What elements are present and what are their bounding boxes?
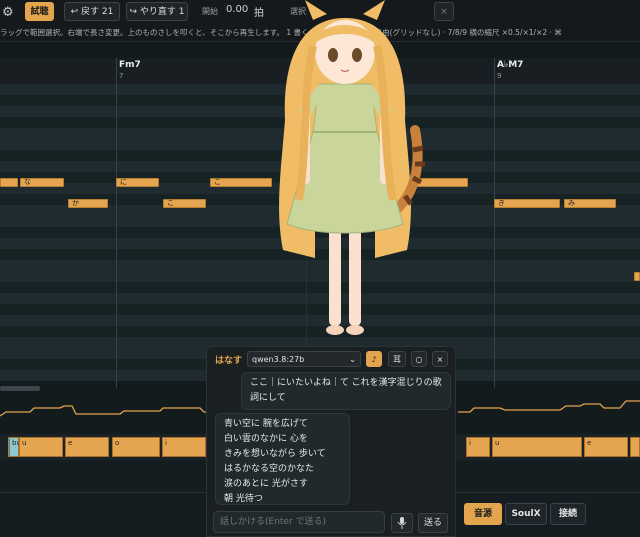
minimize-button[interactable]: ○	[411, 351, 427, 367]
redo-button[interactable]: ↪ やり直す 1	[126, 2, 188, 21]
mic-icon[interactable]	[391, 513, 413, 533]
assistant-line: 朝 光待つ	[224, 494, 263, 504]
strip-note[interactable]: bu	[9, 437, 21, 457]
strip-note[interactable]: u	[492, 437, 582, 457]
assistant-line: 青い空に 腕を広げて	[224, 419, 308, 429]
note-block[interactable]	[634, 272, 640, 281]
horizontal-scrollbar[interactable]	[0, 386, 40, 391]
chat-panel: はなす qwen3.8:27b ⌄ ♪ 耳 ○ × ここ｜にいたいよね｜て これ…	[206, 346, 456, 537]
send-button[interactable]: 送る	[418, 513, 448, 533]
user-message: ここ｜にいたいよね｜て これを漢字混じりの歌詞にして	[241, 372, 451, 410]
strip-note[interactable]: i	[162, 437, 206, 457]
note-block[interactable]: き	[494, 199, 560, 208]
bar-line	[494, 58, 495, 388]
start-time-field[interactable]: 0.00	[226, 4, 248, 15]
strip-note[interactable]: e	[584, 437, 628, 457]
note-block[interactable]: に	[116, 178, 159, 187]
user-message-text: ここ｜にいたいよね｜て これを漢字混じりの歌詞にして	[250, 378, 442, 403]
undo-button[interactable]: ↩ 戻す 21	[64, 2, 120, 21]
chord-label: Fm7	[119, 60, 141, 70]
model-select[interactable]: qwen3.8:27b ⌄	[247, 351, 361, 367]
connect-button[interactable]: 接続	[550, 503, 586, 525]
strip-note[interactable]: i	[466, 437, 490, 457]
chat-title: はなす	[215, 356, 243, 366]
bar-line	[116, 58, 117, 388]
ear-button[interactable]: 耳	[388, 351, 406, 367]
soulx-button[interactable]: SoulX	[505, 503, 547, 525]
model-select-value: qwen3.8:27b	[252, 355, 305, 364]
close-toolbar-button[interactable]: ×	[434, 2, 454, 21]
note-block[interactable]: み	[564, 199, 616, 208]
chevron-down-icon: ⌄	[349, 355, 356, 364]
strip-note[interactable]: u	[19, 437, 63, 457]
assistant-line: はるかなる空のかなた	[224, 464, 315, 474]
bar-number: 7	[119, 72, 124, 80]
note-block[interactable]: こ	[163, 199, 206, 208]
strip-note[interactable]	[630, 437, 640, 457]
start-label: 開始	[202, 7, 218, 16]
avatar-character	[279, 0, 425, 335]
note-block[interactable]: か	[68, 199, 108, 208]
note-block[interactable]: な	[20, 178, 64, 187]
bar-number: 9	[497, 72, 502, 80]
strip-note[interactable]: e	[65, 437, 109, 457]
chat-input[interactable]	[213, 511, 385, 533]
gear-icon[interactable]: ⚙	[2, 5, 14, 20]
chord-label: A♭M7	[497, 60, 524, 70]
assistant-line: 白い雲のなかに 心を	[224, 434, 308, 444]
sound-source-button[interactable]: 音源	[464, 503, 502, 525]
note-block[interactable]	[0, 178, 18, 187]
close-chat-button[interactable]: ×	[432, 351, 448, 367]
assistant-line: きみを想いながら 歩いて	[224, 449, 326, 459]
practice-toggle-button[interactable]: 試聴 on	[25, 2, 54, 36]
music-icon[interactable]: ♪	[366, 351, 382, 367]
assistant-message: 青い空に 腕を広げて 白い雲のなかに 心を きみを想いながら 歩いて はるかなる…	[215, 413, 350, 505]
assistant-line: 涙のあとに 光がさす	[224, 479, 308, 489]
strip-note[interactable]: o	[112, 437, 160, 457]
